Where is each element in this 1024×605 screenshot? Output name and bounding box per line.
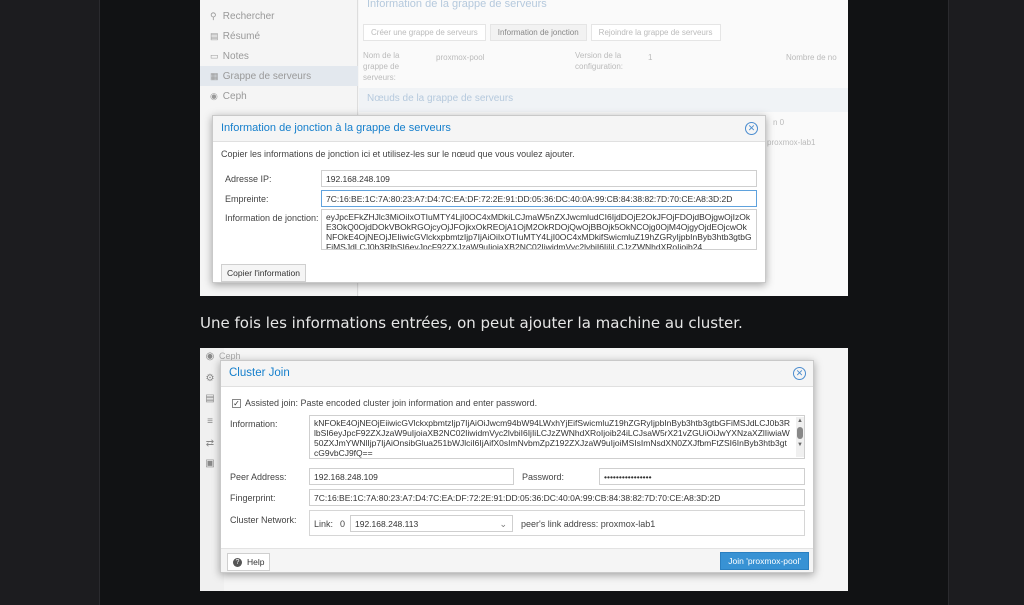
information-scrollbar[interactable]: ▲ ▼	[796, 417, 804, 457]
password-field[interactable]: ••••••••••••••••	[599, 468, 805, 485]
ip-address-field[interactable]: 192.168.248.109	[321, 170, 757, 187]
chevron-down-icon[interactable]: ⌄	[499, 518, 507, 530]
ip-address-label: Adresse IP:	[225, 174, 272, 184]
dialog-title: Cluster Join	[229, 367, 290, 379]
link-number: 0	[340, 519, 346, 529]
ceph-icon: ◉	[205, 351, 215, 362]
replication-icon: ⇄	[205, 438, 215, 449]
join-information-label: Information de jonction:	[225, 213, 319, 223]
section-title: Information de la grappe de serveurs	[367, 0, 547, 10]
sidebar-item-ceph[interactable]: ◉ Ceph	[200, 86, 358, 106]
peer-address-label: Peer Address:	[230, 472, 287, 482]
help-button[interactable]: ? Help	[227, 553, 271, 571]
scroll-up-icon[interactable]: ▲	[796, 417, 804, 425]
cluster-tabs: Créer une grappe de serveurs Information …	[363, 22, 725, 41]
dialog-header: Information de jonction à la grappe de s…	[213, 116, 765, 142]
ceph-icon: ◉	[210, 91, 218, 101]
sidebar-item-search[interactable]: ⚲ Rechercher	[200, 6, 358, 26]
help-icon: ?	[233, 558, 242, 568]
join-cluster-button[interactable]: Join 'proxmox-pool'	[720, 552, 809, 570]
scroll-down-icon[interactable]: ▼	[796, 441, 804, 449]
peer-address-field[interactable]: 192.168.248.109	[309, 468, 514, 485]
screenshot-join-information: ⚲ Rechercher ▤ Résumé ▭ Notes ▦ Grappe d…	[200, 0, 848, 296]
link-address-select[interactable]: 192.168.248.113 ⌄	[350, 515, 513, 532]
screenshot-cluster-join: ◉ ⚙ ▤ ≡ ⇄ ▣ Ceph Cluster Join ✕ ✓ Assist…	[200, 348, 848, 591]
sidebar-item-summary[interactable]: ▤ Résumé	[200, 26, 358, 46]
config-version-label: Version de la configuration:	[575, 51, 624, 71]
peer-link-address: peer's link address: proxmox-lab1	[521, 519, 656, 529]
notes-icon: ▭	[210, 51, 219, 61]
password-label: Password:	[522, 472, 565, 482]
cluster-network-label: Cluster Network:	[230, 515, 297, 525]
sidebar-item-cluster[interactable]: ▦ Grappe de serveurs	[200, 66, 358, 86]
information-field[interactable]: kNFOkE4OjNEOjEiiwicGVlckxpbmtzIjp7IjAiOi…	[309, 415, 805, 459]
storage-icon: ▤	[205, 393, 215, 404]
dialog-header: Cluster Join ✕	[221, 361, 813, 387]
fingerprint-field[interactable]: 7C:16:BE:1C:7A:80:23:A7:D4:7C:EA:DF:72:2…	[309, 489, 805, 506]
copy-information-button[interactable]: Copier l'information	[221, 264, 306, 282]
gear-icon: ⚙	[205, 373, 215, 384]
cluster-icon: ▦	[210, 71, 219, 81]
search-icon: ⚲	[210, 11, 217, 21]
dialog-footer: ? Help Join 'proxmox-pool'	[221, 548, 813, 572]
close-icon[interactable]: ✕	[745, 122, 758, 135]
assisted-join-checkbox[interactable]: ✓	[232, 399, 241, 408]
close-icon[interactable]: ✕	[793, 367, 806, 380]
tab-create-cluster[interactable]: Créer une grappe de serveurs	[363, 24, 486, 41]
fingerprint-field[interactable]: 7C:16:BE:1C:7A:80:23:A7:D4:7C:EA:DF:72:2…	[321, 190, 757, 207]
cluster-network-box: Link: 0 192.168.248.113 ⌄ peer's link ad…	[309, 510, 805, 536]
information-label: Information:	[230, 419, 278, 429]
summary-icon: ▤	[210, 31, 219, 41]
scroll-thumb[interactable]	[797, 427, 803, 439]
link-address-value: 192.168.248.113	[355, 519, 419, 529]
fingerprint-label: Empreinte:	[225, 194, 269, 204]
cluster-join-dialog: Cluster Join ✕ ✓ Assisted join: Paste en…	[220, 360, 814, 573]
lock-icon: ▣	[205, 458, 215, 469]
config-version-value: 1	[648, 53, 653, 62]
dialog-instruction: Copier les informations de jonction ici …	[221, 149, 575, 159]
article-caption: Une fois les informations entrées, on pe…	[200, 314, 743, 332]
cluster-name-value: proxmox-pool	[436, 53, 485, 62]
nodes-section-title: Nœuds de la grappe de serveurs	[359, 88, 848, 112]
cluster-name-label: Nom de la grappe de serveurs:	[363, 51, 400, 82]
node-name: proxmox-lab1	[767, 138, 816, 147]
sidebar-item-notes[interactable]: ▭ Notes	[200, 46, 358, 66]
fingerprint-label: Fingerprint:	[230, 493, 276, 503]
tab-join-information[interactable]: Information de jonction	[489, 24, 587, 41]
join-information-field[interactable]: eyJpcEFkZHJlc3MiOiIxOTIuMTY4LjI0OC4xMDki…	[321, 209, 757, 250]
nodes-count-label: Nombre de no	[786, 53, 837, 62]
tab-join-cluster[interactable]: Rejoindre la grappe de serveurs	[590, 24, 721, 41]
join-information-dialog: Information de jonction à la grappe de s…	[212, 115, 766, 283]
link-label: Link:	[314, 519, 334, 529]
dialog-title: Information de jonction à la grappe de s…	[221, 122, 451, 134]
assisted-join-label: Assisted join: Paste encoded cluster joi…	[245, 398, 538, 408]
node-column: n 0	[773, 118, 785, 127]
list-icon: ≡	[207, 416, 213, 427]
